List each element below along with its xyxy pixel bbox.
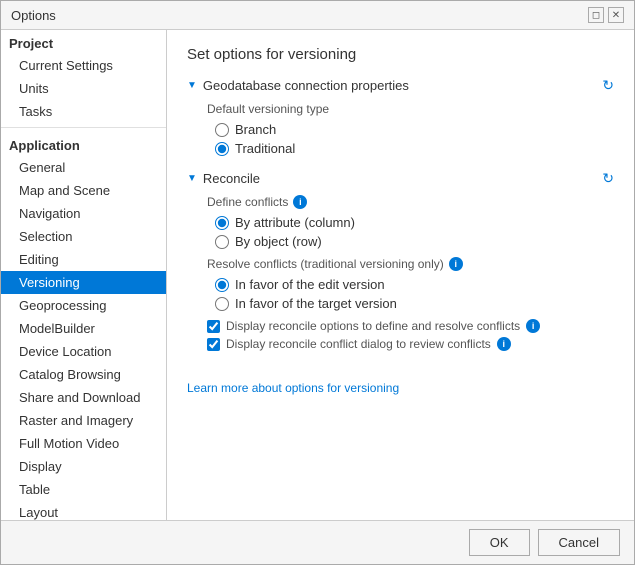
sidebar-item-versioning[interactable]: Versioning: [1, 271, 166, 294]
checkbox-conflict-dialog[interactable]: Display reconcile conflict dialog to rev…: [207, 337, 614, 351]
sidebar-item-editing[interactable]: Editing: [1, 248, 166, 271]
radio-by-object[interactable]: By object (row): [215, 234, 614, 249]
sidebar-item-share-and-download[interactable]: Share and Download: [1, 386, 166, 409]
radio-favor-target-input[interactable]: [215, 297, 229, 311]
chevron-down-icon: ▼: [187, 80, 197, 91]
radio-by-attribute-input[interactable]: [215, 216, 229, 230]
radio-favor-edit-input[interactable]: [215, 278, 229, 292]
titlebar: Options ◻ ✕: [1, 1, 634, 30]
sidebar-item-catalog-browsing[interactable]: Catalog Browsing: [1, 363, 166, 386]
minimize-button[interactable]: ◻: [588, 7, 604, 23]
geodatabase-section-header: ▼ Geodatabase connection properties ↻: [187, 77, 614, 94]
radio-traditional-input[interactable]: [215, 142, 229, 156]
reconcile-section: ▼ Reconcile ↻ Define conflicts i By att: [187, 170, 614, 351]
reset-geodatabase-icon[interactable]: ↻: [602, 77, 614, 94]
radio-by-attribute[interactable]: By attribute (column): [215, 215, 614, 230]
resolve-conflicts-info-icon: i: [449, 257, 463, 271]
sidebar-item-current-settings[interactable]: Current Settings: [1, 54, 166, 77]
radio-by-object-input[interactable]: [215, 235, 229, 249]
versioning-type-radio-group: Branch Traditional: [207, 122, 614, 156]
sidebar-item-display[interactable]: Display: [1, 455, 166, 478]
sidebar-item-layout[interactable]: Layout: [1, 501, 166, 520]
sidebar-item-navigation[interactable]: Navigation: [1, 202, 166, 225]
default-versioning-type-label: Default versioning type: [207, 102, 614, 116]
chevron-down-icon-2: ▼: [187, 173, 197, 184]
sidebar-item-modelbuilder[interactable]: ModelBuilder: [1, 317, 166, 340]
checkbox-conflict-dialog-input[interactable]: [207, 338, 220, 351]
titlebar-controls: ◻ ✕: [588, 7, 624, 23]
resolve-conflicts-radio-group: In favor of the edit version In favor of…: [207, 277, 614, 311]
reconcile-section-header: ▼ Reconcile ↻: [187, 170, 614, 187]
reconcile-options-info-icon: i: [526, 319, 540, 333]
sidebar-item-tasks[interactable]: Tasks: [1, 100, 166, 123]
define-conflicts-label: Define conflicts i: [207, 195, 614, 209]
conflict-dialog-info-icon: i: [497, 337, 511, 351]
sidebar-group-project: Project: [1, 30, 166, 54]
geodatabase-section: ▼ Geodatabase connection properties ↻ De…: [187, 77, 614, 156]
geodatabase-section-label: ▼ Geodatabase connection properties: [187, 78, 409, 93]
sidebar-group-application: Application: [1, 132, 166, 156]
dialog-footer: OK Cancel: [1, 520, 634, 564]
sidebar: Project Current Settings Units Tasks App…: [1, 30, 167, 520]
close-button[interactable]: ✕: [608, 7, 624, 23]
checkbox-reconcile-options-input[interactable]: [207, 320, 220, 333]
options-dialog: Options ◻ ✕ Project Current Settings Uni…: [0, 0, 635, 565]
dialog-title: Options: [11, 8, 56, 23]
checkboxes-container: Display reconcile options to define and …: [207, 319, 614, 351]
sidebar-item-full-motion-video[interactable]: Full Motion Video: [1, 432, 166, 455]
radio-traditional[interactable]: Traditional: [215, 141, 614, 156]
dialog-body: Project Current Settings Units Tasks App…: [1, 30, 634, 520]
reset-reconcile-icon[interactable]: ↻: [602, 170, 614, 187]
reconcile-section-label: ▼ Reconcile: [187, 171, 260, 186]
sidebar-item-units[interactable]: Units: [1, 77, 166, 100]
radio-favor-edit[interactable]: In favor of the edit version: [215, 277, 614, 292]
cancel-button[interactable]: Cancel: [538, 529, 620, 556]
ok-button[interactable]: OK: [469, 529, 530, 556]
sidebar-item-general[interactable]: General: [1, 156, 166, 179]
checkbox-reconcile-options[interactable]: Display reconcile options to define and …: [207, 319, 614, 333]
learn-more-link[interactable]: Learn more about options for versioning: [187, 381, 399, 395]
sidebar-item-table[interactable]: Table: [1, 478, 166, 501]
sidebar-item-map-and-scene[interactable]: Map and Scene: [1, 179, 166, 202]
define-conflicts-radio-group: By attribute (column) By object (row): [207, 215, 614, 249]
sidebar-item-raster-and-imagery[interactable]: Raster and Imagery: [1, 409, 166, 432]
radio-favor-target[interactable]: In favor of the target version: [215, 296, 614, 311]
reconcile-section-content: Define conflicts i By attribute (column)…: [187, 195, 614, 351]
sidebar-item-device-location[interactable]: Device Location: [1, 340, 166, 363]
sidebar-item-selection[interactable]: Selection: [1, 225, 166, 248]
sidebar-item-geoprocessing[interactable]: Geoprocessing: [1, 294, 166, 317]
resolve-conflicts-label: Resolve conflicts (traditional versionin…: [207, 257, 614, 271]
define-conflicts-info-icon: i: [293, 195, 307, 209]
page-title: Set options for versioning: [187, 46, 614, 63]
main-content: Set options for versioning ▼ Geodatabase…: [167, 30, 634, 520]
geodatabase-section-content: Default versioning type Branch Tradition…: [187, 102, 614, 156]
radio-branch-input[interactable]: [215, 123, 229, 137]
radio-branch[interactable]: Branch: [215, 122, 614, 137]
